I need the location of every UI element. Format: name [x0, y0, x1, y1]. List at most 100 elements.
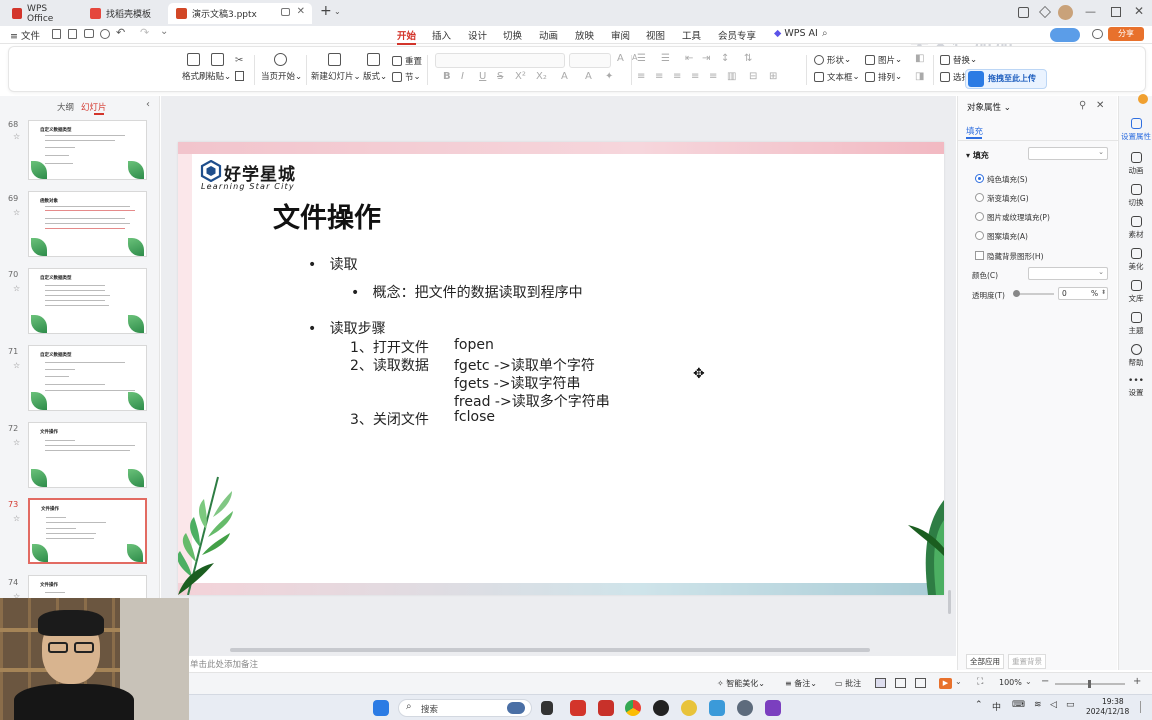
apply-all-button[interactable]: 全部应用 [966, 654, 1004, 669]
align-center-icon[interactable]: ≡ [655, 71, 663, 82]
qq-icon[interactable] [653, 700, 669, 716]
star-icon[interactable]: ☆ [13, 208, 20, 217]
fill-icon[interactable]: ◧ [915, 53, 924, 64]
rail-theme[interactable]: 主题 [1119, 312, 1152, 336]
bullet-read[interactable]: • 读取 [308, 254, 358, 274]
bullet-steps[interactable]: • 读取步骤 [308, 318, 386, 338]
clock-time[interactable]: 19:38 [1102, 697, 1124, 706]
search-icon[interactable]: ⌕ [822, 28, 828, 39]
input-mode-icon[interactable]: ⌨ [1012, 700, 1025, 710]
normal-view-icon[interactable] [875, 678, 886, 688]
slide-thumb-72[interactable]: 文件操作 [28, 422, 147, 488]
windows-start-icon[interactable] [373, 700, 389, 716]
slide-thumb-74[interactable]: 文件操作 [28, 575, 147, 599]
show-desktop-icon[interactable] [1140, 701, 1148, 713]
settings-icon[interactable] [737, 700, 753, 716]
fill-section[interactable]: ▾ 填充 [966, 150, 989, 161]
star-icon[interactable]: ☆ [13, 361, 20, 370]
star-icon[interactable]: ☆ [13, 132, 20, 141]
outline-icon[interactable]: ◨ [915, 71, 924, 82]
smart-beautify-button[interactable]: ✧ 智能美化⌄ [717, 678, 765, 689]
slide-thumb-70[interactable]: 自定义数据类型 [28, 268, 147, 334]
picture-fill-radio[interactable] [975, 212, 984, 221]
shape-button[interactable]: 形状 ⌄ [814, 54, 851, 66]
paste-button[interactable]: 粘贴⌄ [207, 53, 231, 82]
fill-type-select[interactable]: ⌄ [1028, 147, 1108, 160]
menu-tools[interactable]: 工具 [682, 28, 701, 42]
visual-studio-icon[interactable] [765, 700, 781, 716]
star-icon[interactable]: ☆ [13, 438, 20, 447]
maximize-icon[interactable] [1111, 7, 1121, 17]
font-size-select[interactable] [569, 53, 611, 68]
rail-settings[interactable]: ••• 设置 [1119, 376, 1152, 398]
distribute-icon[interactable]: ≡ [709, 71, 717, 82]
new-slide-button[interactable]: 新建幻灯片⌄ [311, 53, 361, 82]
slide[interactable]: 好学星城 Learning Star City 文件操作 • 读取 • 概念：把… [178, 142, 944, 595]
menu-transition[interactable]: 切换 [503, 28, 522, 42]
format-painter-button[interactable]: 格式刷 [182, 53, 208, 82]
taskbar-search[interactable]: ⌕ 搜索 [398, 699, 532, 717]
window-icon[interactable] [281, 8, 290, 16]
app-icon[interactable] [681, 700, 697, 716]
clock-date[interactable]: 2024/12/18 [1086, 707, 1129, 716]
file-menu[interactable]: ≡ 文件 [10, 28, 40, 42]
arrange-button[interactable]: 排列 ⌄ [865, 71, 902, 83]
star-icon[interactable]: ☆ [13, 514, 20, 523]
gradient-fill-radio[interactable] [975, 193, 984, 202]
bold-icon[interactable]: B [443, 71, 451, 82]
play-slideshow-icon[interactable]: ▶ [939, 678, 952, 689]
task-view-icon[interactable] [541, 701, 553, 715]
sorter-view-icon[interactable] [895, 678, 906, 688]
indent-increase-icon[interactable]: ⇥ [702, 53, 710, 64]
share-button[interactable]: 分享 [1108, 27, 1144, 41]
redo-icon[interactable]: ↷ [140, 26, 149, 39]
smart-art-icon[interactable]: ⊞ [769, 71, 777, 82]
close-window-icon[interactable]: ✕ [1134, 4, 1144, 18]
cloud-avatar[interactable] [1050, 28, 1080, 42]
upload-drop-zone[interactable]: 拖拽至此上传 [965, 69, 1047, 89]
slide-thumb-71[interactable]: 自定义数据类型 [28, 345, 147, 411]
horizontal-scrollbar[interactable] [230, 648, 870, 652]
menu-member[interactable]: 会员专享 [718, 28, 756, 42]
justify-icon[interactable]: ≡ [691, 71, 699, 82]
picture-button[interactable]: 图片 ⌄ [865, 54, 902, 66]
replace-button[interactable]: 替换 ⌄ [940, 54, 977, 66]
tab-presentation[interactable]: 演示文稿3.pptx ✕ [168, 3, 312, 24]
collapse-pane-icon[interactable]: ‹ [146, 99, 150, 110]
wps-taskbar-icon[interactable] [570, 700, 586, 716]
reading-view-icon[interactable] [915, 678, 926, 688]
font-color-icon[interactable]: A [561, 71, 568, 82]
subscript-icon[interactable]: X₂ [536, 71, 547, 82]
color-picker[interactable]: ⌄ [1028, 267, 1108, 280]
tab-slides[interactable]: 幻灯片 [81, 101, 107, 113]
hide-bg-checkbox[interactable] [975, 251, 984, 260]
cloud-sync-icon[interactable] [709, 700, 725, 716]
star-icon[interactable]: ☆ [13, 284, 20, 293]
ime-icon[interactable]: 中 [992, 700, 1001, 713]
new-tab-button[interactable]: + [320, 3, 332, 19]
tab-fill[interactable]: 填充 [966, 125, 983, 137]
tab-outline[interactable]: 大纲 [57, 101, 74, 113]
pattern-fill-radio[interactable] [975, 231, 984, 240]
slider-handle[interactable] [1013, 290, 1020, 297]
cube-icon[interactable] [1039, 6, 1051, 18]
more-chevron-icon[interactable]: ⌄ [160, 26, 168, 37]
sub-bullet-concept[interactable]: • 概念：把文件的数据读取到程序中 [351, 282, 583, 302]
rail-beautify[interactable]: 美化 [1119, 248, 1152, 272]
rail-animation[interactable]: 动画 [1119, 152, 1152, 176]
zoom-chevron-icon[interactable]: ⌄ [1025, 677, 1032, 686]
save-icon[interactable] [52, 29, 61, 39]
from-current-slide-button[interactable]: 当页开始⌄ [261, 53, 302, 82]
volume-icon[interactable]: ◁ [1050, 700, 1057, 710]
tab-template[interactable]: 找稻壳模板 [82, 3, 166, 24]
slide-thumb-68[interactable]: 自定义数据类型 [28, 120, 147, 180]
minimize-icon[interactable]: — [1085, 5, 1096, 18]
tray-chevron-icon[interactable]: ⌃ [975, 700, 983, 710]
menu-slideshow[interactable]: 放映 [575, 28, 594, 42]
vertical-scrollbar[interactable] [948, 590, 951, 614]
pane-title[interactable]: 对象属性 ⌄ [967, 101, 1011, 113]
align-left-icon[interactable]: ≡ [637, 71, 645, 82]
slide-title[interactable]: 文件操作 [273, 196, 381, 235]
cloud-icon[interactable] [1092, 29, 1103, 39]
comment-button[interactable]: ▭ 批注 [835, 678, 861, 689]
